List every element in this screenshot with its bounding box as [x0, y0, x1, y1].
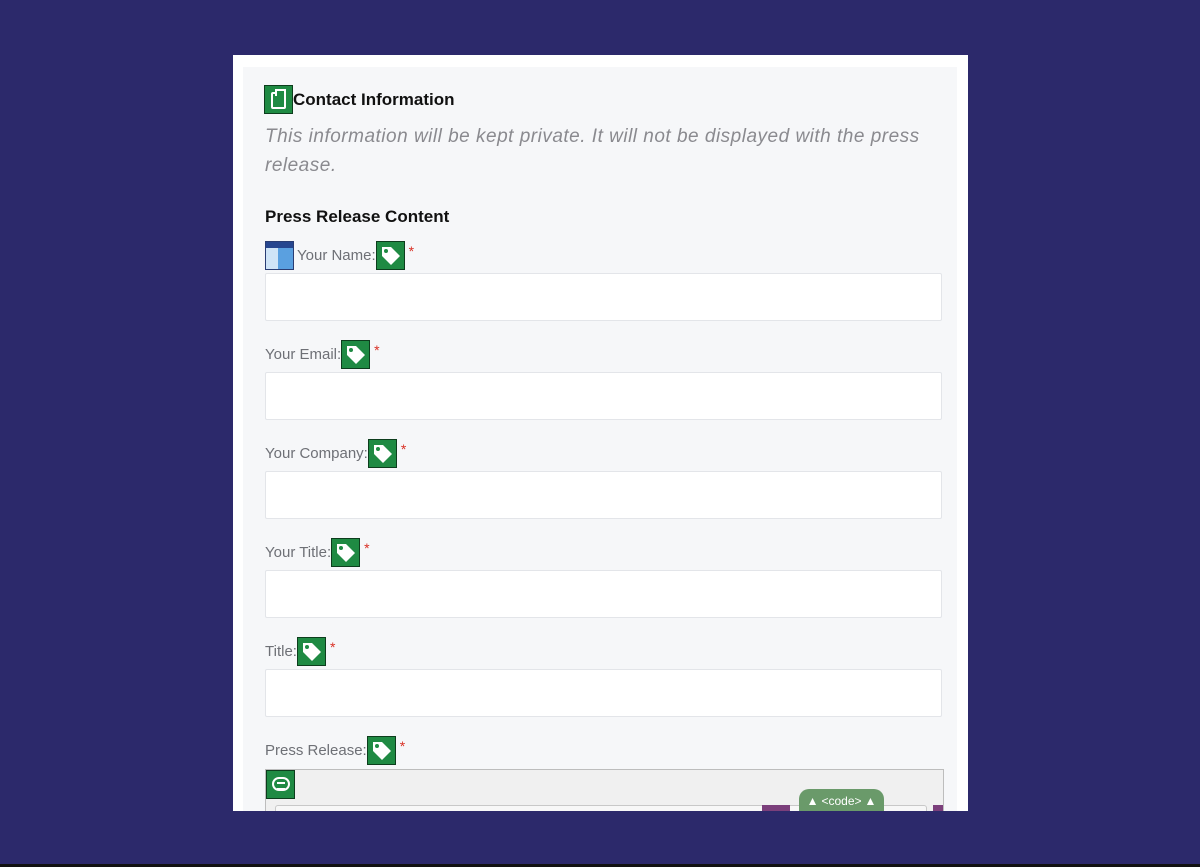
- field-label-text: Press Release:: [265, 741, 367, 759]
- tag-icon[interactable]: [341, 339, 371, 369]
- field-label-text: Your Email:: [265, 345, 342, 363]
- section-title: Contact Information: [293, 89, 455, 109]
- tag-icon[interactable]: [375, 240, 405, 270]
- form-card: Contact Information This information wil…: [233, 55, 968, 811]
- field-label-text: Your Title:: [265, 543, 332, 561]
- label-your-company: Your Company: *: [265, 438, 406, 468]
- label-your-title: Your Title: *: [265, 537, 370, 567]
- tag-icon[interactable]: [366, 735, 396, 765]
- tag-icon[interactable]: [367, 438, 397, 468]
- content-heading: Press Release Content: [265, 207, 450, 226]
- section-header: Contact Information: [264, 85, 455, 114]
- clipboard-icon: [264, 85, 293, 114]
- required-marker: *: [400, 441, 407, 457]
- label-your-email: Your Email: *: [265, 339, 380, 369]
- required-marker: *: [364, 540, 370, 556]
- tag-icon[interactable]: [296, 636, 326, 666]
- label-your-name: Your Name: *: [265, 240, 414, 270]
- title-input[interactable]: [265, 669, 942, 717]
- tag-icon[interactable]: [331, 537, 361, 567]
- label-title: Title: *: [265, 636, 335, 666]
- your-email-input[interactable]: [265, 372, 942, 420]
- chat-bubble-icon[interactable]: [266, 770, 295, 799]
- required-marker: *: [399, 738, 406, 754]
- editor-marker: [933, 805, 943, 811]
- field-label-text: Your Company:: [265, 444, 368, 462]
- form-panel: Contact Information This information wil…: [243, 67, 957, 811]
- code-toggle-button[interactable]: ▲ <code> ▲: [799, 789, 884, 811]
- code-toggle-label: <code>: [821, 794, 862, 808]
- window-icon: [265, 240, 294, 270]
- field-label-text: Title:: [265, 642, 297, 660]
- editor-marker: [762, 805, 790, 811]
- up-arrow-icon: ▲: [864, 794, 877, 808]
- required-marker: *: [329, 639, 336, 655]
- privacy-note: This information will be kept private. I…: [265, 126, 920, 176]
- your-company-input[interactable]: [265, 471, 942, 519]
- up-arrow-icon: ▲: [806, 794, 819, 808]
- field-label-text: Your Name:: [297, 246, 376, 264]
- your-title-input[interactable]: [265, 570, 942, 618]
- required-marker: *: [374, 342, 380, 358]
- your-name-input[interactable]: [265, 273, 942, 321]
- label-press-release: Press Release: *: [265, 735, 405, 765]
- required-marker: *: [408, 243, 415, 259]
